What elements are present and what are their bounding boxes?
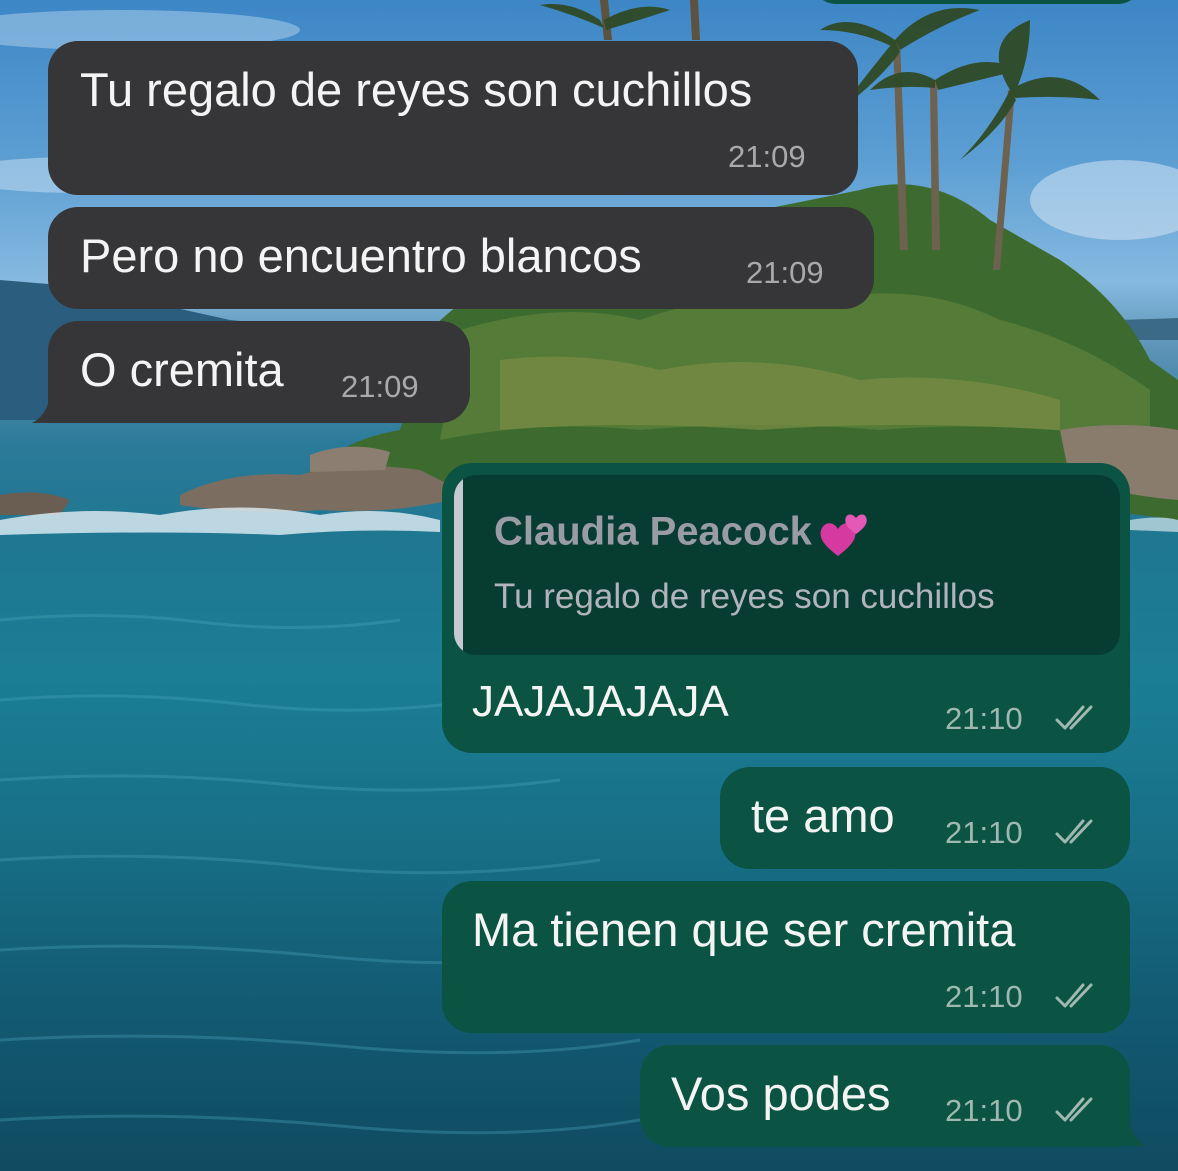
message-text: JAJAJAJAJA xyxy=(472,677,729,726)
double-check-icon xyxy=(1055,819,1093,844)
bubble-tail xyxy=(32,384,70,423)
quoted-author-line: Claudia Peacock xyxy=(494,508,872,560)
message-text: Vos podes xyxy=(671,1067,891,1120)
quoted-author-name: Claudia Peacock xyxy=(494,509,812,554)
double-check-icon xyxy=(1055,983,1093,1008)
bubble-tail xyxy=(1108,1107,1146,1146)
message-timestamp: 21:10 xyxy=(945,815,1023,850)
incoming-message-bubble[interactable]: O cremita 21:09 xyxy=(48,321,470,423)
incoming-message-bubble[interactable]: Pero no encuentro blancos 21:09 xyxy=(48,207,874,309)
message-timestamp: 21:09 xyxy=(341,369,419,404)
quoted-text: Tu regalo de reyes son cuchillos xyxy=(494,577,995,616)
outgoing-message-bubble[interactable]: Vos podes 21:10 xyxy=(640,1045,1130,1147)
outgoing-message-bubble[interactable]: Ma tienen que ser cremita 21:10 xyxy=(442,881,1130,1033)
message-text: O cremita xyxy=(80,343,284,396)
outgoing-reply-bubble[interactable]: Claudia Peacock Tu regalo de reyes son c… xyxy=(442,463,1130,753)
double-check-icon xyxy=(1055,1097,1093,1122)
outgoing-message-bubble[interactable]: te amo 21:10 xyxy=(720,767,1130,869)
previous-message-bubble-edge xyxy=(812,0,1142,4)
message-text: Ma tienen que ser cremita xyxy=(472,903,1016,956)
double-check-icon xyxy=(1055,705,1093,730)
message-timestamp: 21:10 xyxy=(945,1093,1023,1128)
message-text: Pero no encuentro blancos xyxy=(80,229,642,282)
message-text: te amo xyxy=(751,789,895,842)
message-timestamp: 21:09 xyxy=(746,255,824,290)
message-timestamp: 21:10 xyxy=(945,701,1023,736)
message-text: Tu regalo de reyes son cuchillos xyxy=(80,63,753,116)
quote-accent-bar xyxy=(454,475,463,655)
message-timestamp: 21:10 xyxy=(945,979,1023,1014)
incoming-message-bubble[interactable]: Tu regalo de reyes son cuchillos 21:09 xyxy=(48,41,858,195)
message-timestamp: 21:09 xyxy=(728,139,806,174)
two-hearts-icon xyxy=(820,514,867,556)
quoted-message[interactable]: Claudia Peacock Tu regalo de reyes son c… xyxy=(454,475,1120,655)
